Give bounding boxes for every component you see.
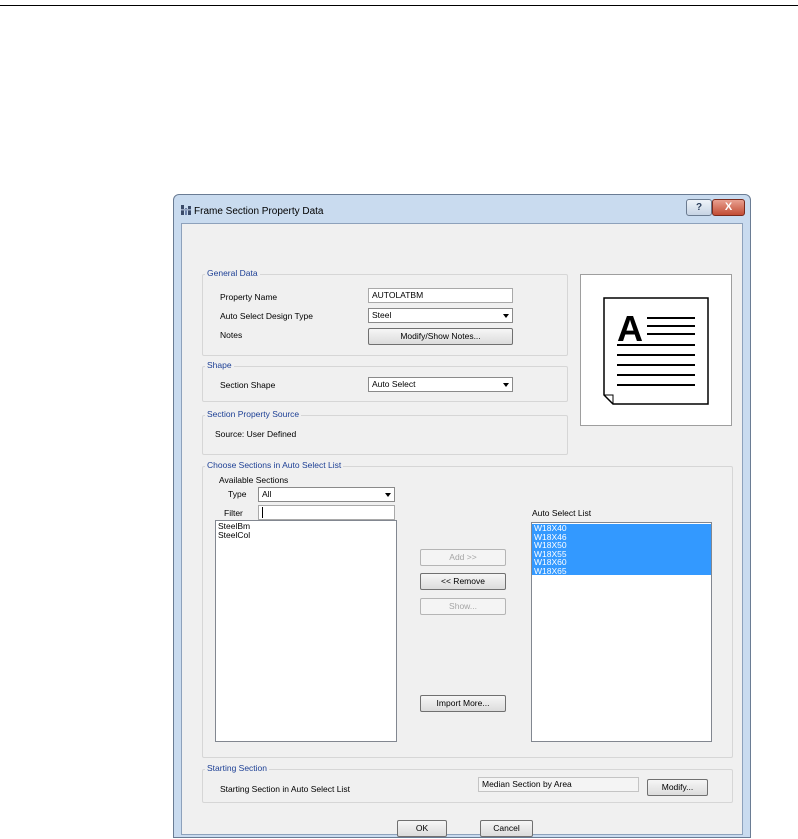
svg-text:A: A	[617, 308, 643, 349]
text-cursor	[262, 507, 263, 519]
ok-button[interactable]: OK	[397, 820, 447, 837]
design-type-label: Auto Select Design Type	[220, 311, 313, 321]
property-name-label: Property Name	[220, 292, 278, 302]
property-name-input[interactable]: AUTOLATBM	[368, 288, 513, 303]
show-button[interactable]: Show...	[420, 598, 506, 615]
auto-select-list[interactable]: W18X40 W18X46 W18X50 W18X55 W18X60 W18X6…	[531, 522, 712, 742]
dialog-client-area: General Data Property Name AUTOLATBM Aut…	[181, 223, 743, 837]
help-button[interactable]: ?	[686, 199, 712, 216]
shape-label: Shape	[205, 360, 234, 370]
section-shape-value: Auto Select	[372, 379, 416, 389]
frame-app-icon	[181, 205, 191, 215]
frame-section-property-dialog: Frame Section Property Data ? X General …	[173, 194, 751, 838]
filter-label: Filter	[224, 508, 243, 518]
auto-select-list-label: Auto Select List	[532, 508, 592, 518]
window-title: Frame Section Property Data	[194, 206, 324, 217]
cancel-button[interactable]: Cancel	[480, 820, 533, 837]
type-label: Type	[228, 489, 247, 499]
starting-section-value: Median Section by Area	[478, 777, 639, 792]
page-top-rule	[0, 5, 798, 6]
notes-label: Notes	[220, 330, 243, 340]
section-shape-dropdown[interactable]: Auto Select	[368, 377, 513, 392]
type-value: All	[262, 489, 272, 499]
close-button[interactable]: X	[712, 199, 745, 216]
section-preview-panel: A	[580, 274, 732, 426]
filter-input[interactable]	[258, 505, 395, 520]
add-button[interactable]: Add >>	[420, 549, 506, 566]
title-bar[interactable]: Frame Section Property Data ? X	[174, 195, 750, 223]
list-item[interactable]: W18X65	[532, 566, 711, 575]
starting-section-label: Starting Section	[205, 763, 270, 773]
source-text: Source: User Defined	[215, 429, 297, 439]
section-property-source-label: Section Property Source	[205, 409, 302, 419]
chevron-down-icon	[503, 383, 509, 387]
modify-starting-section-button[interactable]: Modify...	[647, 779, 708, 796]
available-sections-list[interactable]: SteelBm SteelCol	[215, 520, 397, 742]
choose-sections-label: Choose Sections in Auto Select List	[205, 460, 344, 470]
list-item[interactable]: SteelCol	[218, 530, 396, 540]
text-document-icon: A	[603, 297, 709, 407]
remove-button[interactable]: << Remove	[420, 573, 506, 590]
type-dropdown[interactable]: All	[258, 487, 395, 502]
starting-section-row-label: Starting Section in Auto Select List	[220, 784, 350, 794]
available-sections-label: Available Sections	[219, 475, 289, 485]
chevron-down-icon	[385, 493, 391, 497]
modify-show-notes-button[interactable]: Modify/Show Notes...	[368, 328, 513, 345]
import-more-button[interactable]: Import More...	[420, 695, 506, 712]
general-data-label: General Data	[205, 268, 260, 278]
design-type-dropdown[interactable]: Steel	[368, 308, 513, 323]
section-shape-label: Section Shape	[220, 380, 276, 390]
design-type-value: Steel	[372, 310, 392, 320]
chevron-down-icon	[503, 314, 509, 318]
